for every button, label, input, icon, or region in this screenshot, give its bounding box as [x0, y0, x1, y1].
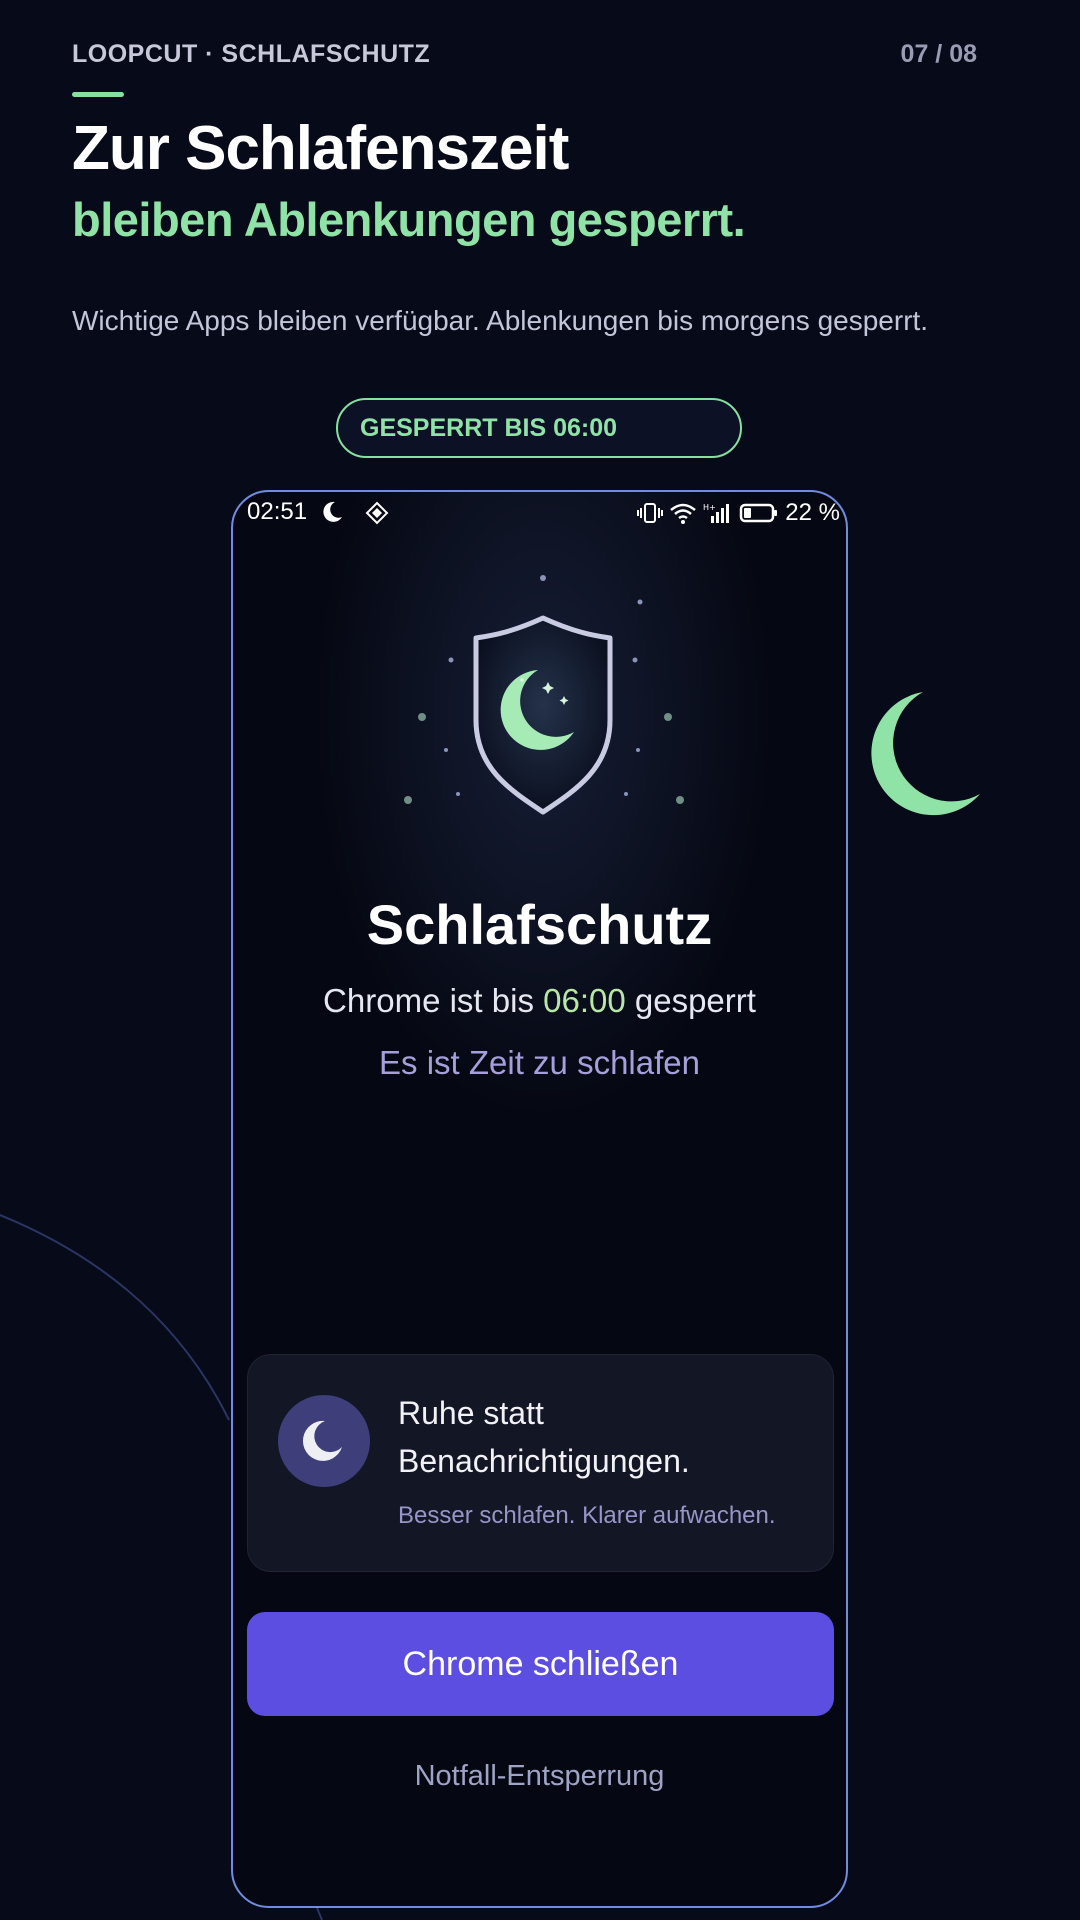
battery-percent: 22 % — [785, 499, 840, 526]
lock-prefix: Chrome ist bis — [323, 982, 544, 1019]
lock-status-text: Chrome ist bis 06:00 gesperrt — [233, 982, 846, 1020]
shield-moon-icon — [404, 575, 684, 815]
moon-icon — [871, 692, 980, 816]
vibrate-icon — [637, 503, 664, 523]
accent-divider — [72, 92, 124, 97]
sleep-hint: Es ist Zeit zu schlafen — [379, 1044, 700, 1081]
page-title: Zur Schlafenszeit — [72, 114, 569, 183]
battery-icon — [740, 503, 778, 523]
page-subtitle: bleiben Ablenkungen gesperrt. — [72, 193, 746, 246]
brand-label: LOOPCUT · SCHLAFSCHUTZ — [72, 40, 431, 68]
lead-text: Wichtige Apps bleiben verfügbar. Ablenku… — [72, 305, 929, 336]
emergency-unlock-link[interactable]: Notfall-Entsperrung — [233, 1760, 846, 1793]
status-icons: H+ 22 % — [637, 499, 840, 527]
close-chrome-button[interactable]: Chrome schließen — [247, 1612, 834, 1716]
quiet-card: Ruhe statt Benachrichtigungen. Besser sc… — [247, 1354, 834, 1572]
diamond-icon — [365, 501, 389, 525]
status-time: 02:51 — [247, 498, 308, 525]
svg-text:H+: H+ — [703, 503, 716, 512]
moon-icon — [302, 1420, 342, 1461]
avatar — [278, 1395, 370, 1487]
badge-label: GESPERRT BIS 06:00 — [360, 414, 618, 442]
card-title: Ruhe statt Benachrichtigungen. — [398, 1395, 690, 1479]
lock-screen-title: Schlafschutz — [366, 893, 713, 956]
signal-icon: H+ — [703, 503, 730, 523]
phone-screen: 02:51 H+ 22 % Schlafschutz Chrome ist bi… — [231, 490, 848, 1908]
locked-until-badge: GESPERRT BIS 06:00 — [336, 398, 742, 458]
lock-suffix: gesperrt — [625, 982, 756, 1019]
page-indicator: 07 / 08 — [900, 40, 977, 68]
lock-time: 06:00 — [543, 982, 626, 1019]
close-chrome-label: Chrome schließen — [402, 1645, 679, 1683]
card-subtitle: Besser schlafen. Klarer aufwachen. — [398, 1502, 776, 1529]
wifi-icon — [670, 503, 697, 524]
moon-icon — [323, 501, 342, 522]
